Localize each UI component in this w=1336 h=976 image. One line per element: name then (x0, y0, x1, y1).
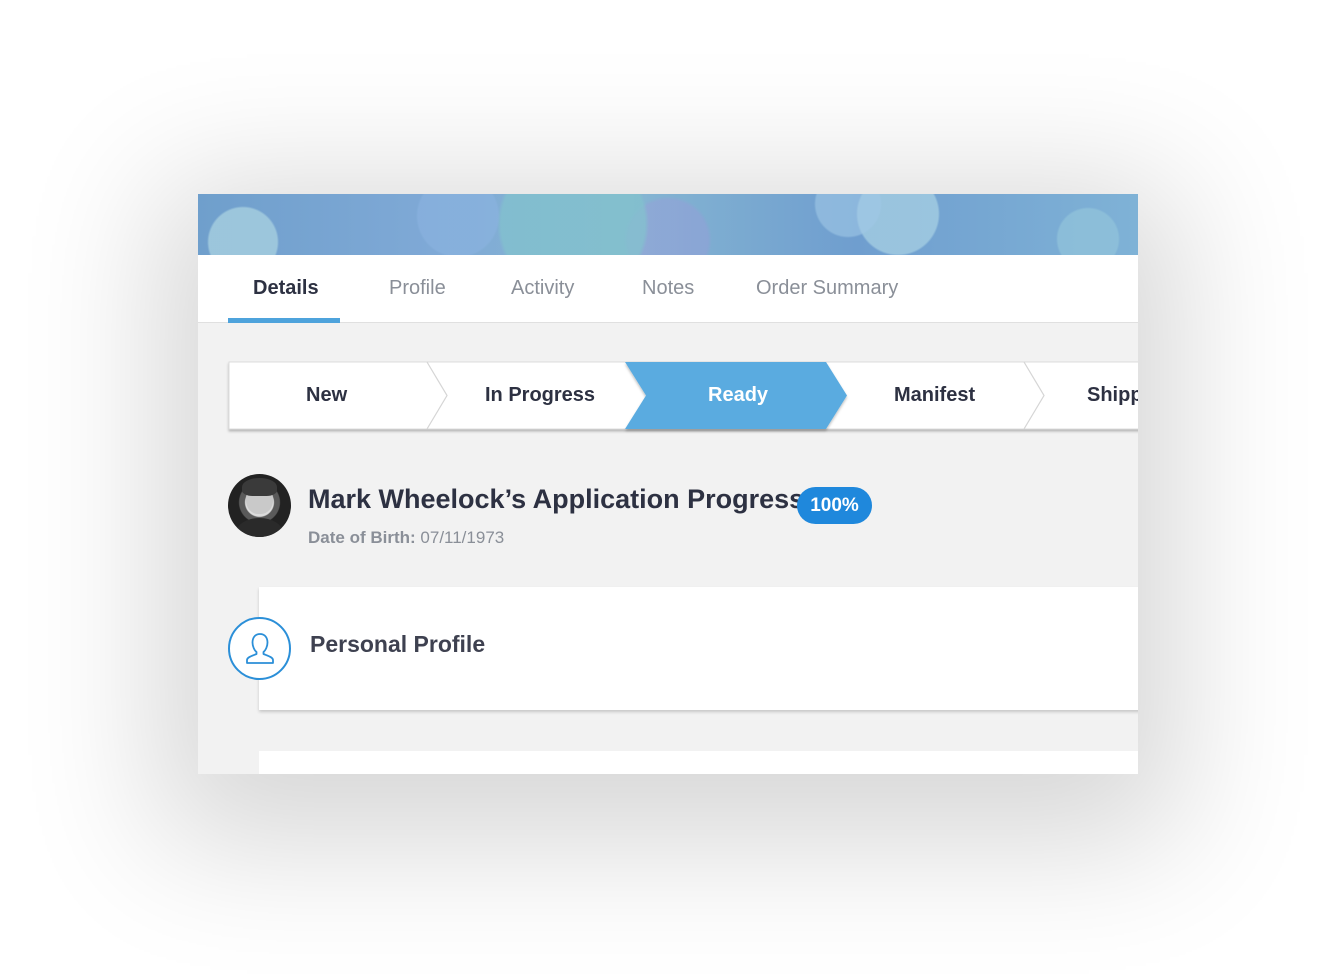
stage-shipped[interactable]: Shipp (1087, 362, 1138, 430)
stage-ready[interactable]: Ready (708, 362, 768, 430)
dob-label: Date of Birth: (308, 528, 416, 547)
avatar-shirt (236, 518, 283, 537)
stage-chevrons (228, 361, 1138, 430)
page-title: Mark Wheelock’s Application Progress (308, 484, 805, 514)
avatar (228, 474, 291, 537)
active-tab-indicator (228, 318, 340, 323)
tab-profile[interactable]: Profile (389, 255, 446, 323)
stage-in-progress[interactable]: In Progress (485, 362, 595, 430)
date-of-birth: Date of Birth: 07/11/1973 (308, 528, 504, 548)
tab-details[interactable]: Details (253, 255, 319, 323)
tab-activity[interactable]: Activity (511, 255, 574, 323)
tab-order-summary[interactable]: Order Summary (756, 255, 898, 323)
avatar-hair (242, 478, 277, 496)
next-section-card[interactable] (259, 751, 1138, 774)
user-icon-glyph (246, 633, 274, 664)
header-banner (198, 194, 1138, 255)
tab-notes[interactable]: Notes (642, 255, 694, 323)
stage-manifest[interactable]: Manifest (894, 362, 975, 430)
user-icon (228, 617, 291, 680)
stage-new[interactable]: New (306, 362, 347, 430)
dob-value: 07/11/1973 (420, 528, 505, 547)
progress-badge: 100% (797, 487, 872, 524)
application-card: Details Profile Activity Notes Order Sum… (198, 194, 1138, 774)
stage-progress-bar: New In Progress Ready Manifest Shipp (228, 361, 1138, 431)
section-title-personal-profile: Personal Profile (310, 631, 486, 657)
tab-bar: Details Profile Activity Notes Order Sum… (198, 255, 1138, 323)
